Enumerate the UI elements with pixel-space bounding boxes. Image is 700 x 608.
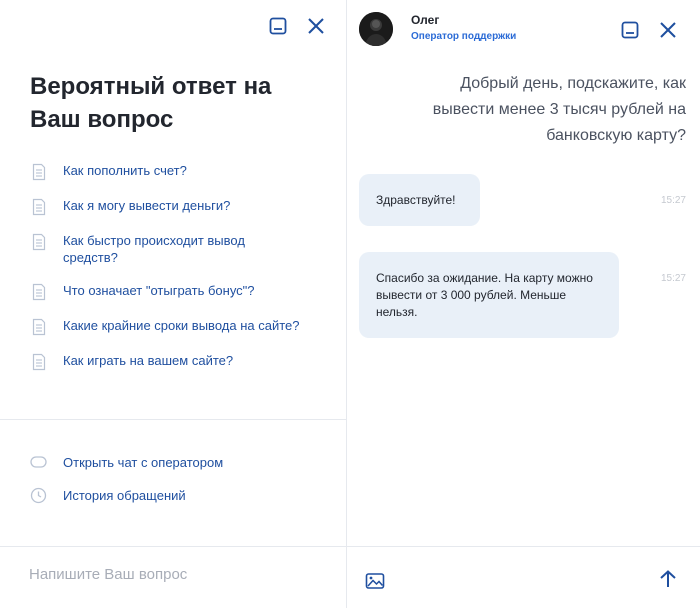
chat-panel: Олег Оператор поддержки Добрый день, под… bbox=[347, 0, 700, 608]
faq-item[interactable]: Как пополнить счет? bbox=[32, 162, 332, 181]
divider bbox=[0, 419, 346, 420]
operator-message: Здравствуйте! bbox=[359, 174, 480, 226]
open-chat-label: Открыть чат с оператором bbox=[63, 455, 224, 470]
faq-item[interactable]: Как быстро происходит вывод средств? bbox=[32, 232, 332, 266]
faq-item-label: Как пополнить счет? bbox=[63, 163, 187, 178]
operator-name: Олег bbox=[411, 13, 440, 27]
faq-item[interactable]: Какие крайние сроки вывода на сайте? bbox=[32, 317, 332, 336]
close-icon[interactable] bbox=[306, 16, 326, 36]
avatar bbox=[359, 12, 393, 46]
chat-bubble-icon bbox=[30, 456, 47, 468]
divider bbox=[347, 546, 700, 547]
message-time: 15:27 bbox=[660, 195, 686, 206]
operator-role: Оператор поддержки bbox=[411, 31, 517, 42]
document-icon bbox=[32, 233, 46, 251]
message-time: 15:27 bbox=[660, 273, 686, 284]
image-icon[interactable] bbox=[365, 571, 385, 591]
document-icon bbox=[32, 163, 46, 181]
question-input[interactable] bbox=[29, 566, 329, 583]
document-icon bbox=[32, 353, 46, 371]
document-icon bbox=[32, 283, 46, 301]
minimize-icon[interactable] bbox=[268, 16, 288, 36]
faq-item-label: Как я могу вывести деньги? bbox=[63, 198, 231, 213]
right-window-controls bbox=[620, 20, 678, 40]
faq-item-label: Какие крайние сроки вывода на сайте? bbox=[63, 318, 300, 333]
support-links: Открыть чат с оператором История обращен… bbox=[30, 454, 223, 520]
send-arrow-icon[interactable] bbox=[658, 569, 678, 589]
history-label: История обращений bbox=[63, 488, 186, 503]
faq-item-label: Как играть на вашем сайте? bbox=[63, 353, 234, 368]
operator-message: Спасибо за ожидание. На карту можно выве… bbox=[359, 252, 619, 338]
history-link[interactable]: История обращений bbox=[30, 487, 223, 504]
faq-panel: Вероятный ответ на Ваш вопрос Как пополн… bbox=[0, 0, 347, 608]
close-icon[interactable] bbox=[658, 20, 678, 40]
divider bbox=[0, 546, 346, 547]
open-chat-link[interactable]: Открыть чат с оператором bbox=[30, 454, 223, 471]
page-title: Вероятный ответ на Ваш вопрос bbox=[30, 73, 272, 133]
left-window-controls bbox=[268, 16, 326, 36]
faq-item-label: Что означает "отыграть бонус"? bbox=[63, 283, 255, 298]
faq-item[interactable]: Как играть на вашем сайте? bbox=[32, 352, 332, 371]
user-message: Добрый день, подскажите, как вывести мен… bbox=[432, 75, 686, 144]
document-icon bbox=[32, 318, 46, 336]
faq-item[interactable]: Как я могу вывести деньги? bbox=[32, 197, 332, 216]
clock-icon bbox=[30, 487, 47, 504]
faq-item[interactable]: Что означает "отыграть бонус"? bbox=[32, 282, 332, 301]
document-icon bbox=[32, 198, 46, 216]
faq-item-label: Как быстро происходит вывод средств? bbox=[63, 233, 245, 265]
minimize-icon[interactable] bbox=[620, 20, 640, 40]
faq-list: Как пополнить счет? Как я могу вывести д… bbox=[32, 162, 332, 387]
